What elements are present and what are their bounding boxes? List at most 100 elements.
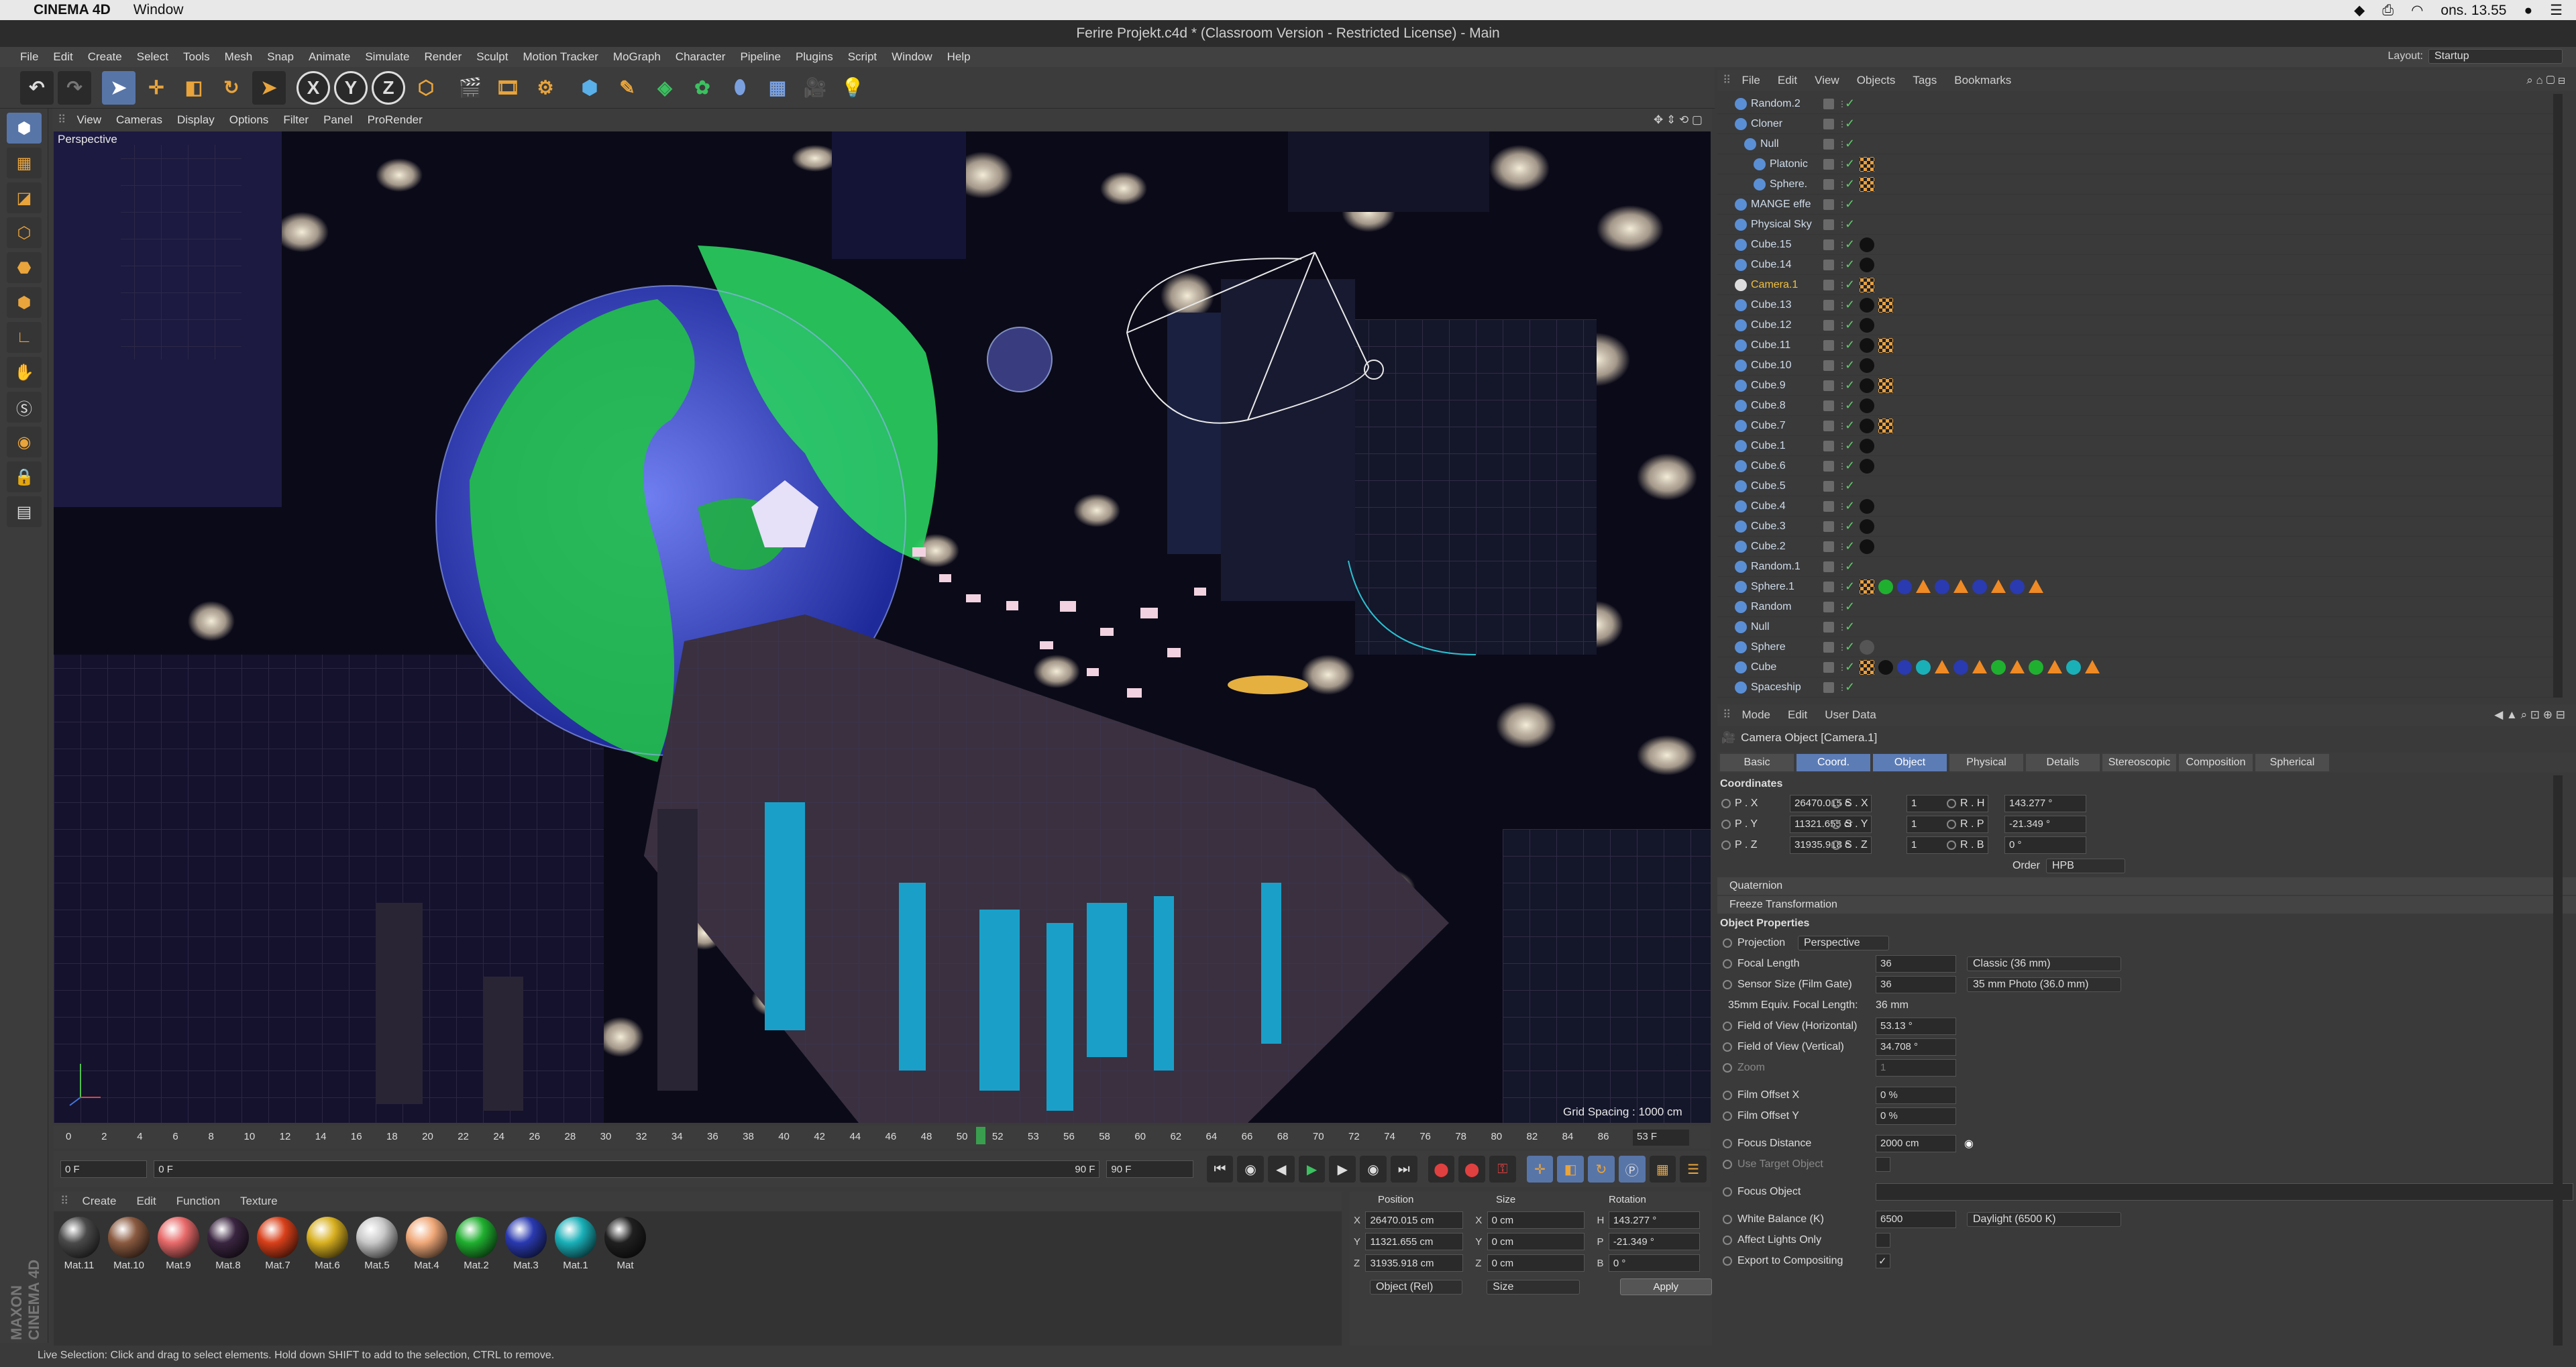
floor-button[interactable]: ▦ [761, 71, 794, 105]
menu-character[interactable]: Character [668, 50, 733, 64]
material-swatch[interactable]: Mat.5 [353, 1214, 401, 1271]
layer-checkbox[interactable] [1823, 460, 1834, 472]
material-swatch[interactable]: Mat.4 [402, 1214, 451, 1271]
enabled-check-icon[interactable]: ✓ [1845, 580, 1855, 594]
enabled-check-icon[interactable]: ✓ [1845, 137, 1855, 151]
material-menu-edit[interactable]: Edit [136, 1195, 156, 1208]
enabled-check-icon[interactable]: ✓ [1845, 258, 1855, 272]
layer-checkbox[interactable] [1823, 561, 1834, 572]
enabled-check-icon[interactable]: ✓ [1845, 519, 1855, 533]
tweak-mode-icon[interactable]: ✋ [7, 357, 42, 388]
object-name[interactable]: Sphere [1751, 641, 1786, 653]
object-row[interactable]: Spaceship ⋮ ✓ [1717, 677, 2563, 698]
start-frame-field[interactable]: 0 F [60, 1160, 148, 1178]
object-row[interactable]: Cube.3 ⋮ ✓ [1717, 516, 2563, 537]
animate-radio[interactable] [1947, 840, 1956, 850]
enabled-check-icon[interactable]: ✓ [1845, 459, 1855, 473]
render-settings-button[interactable]: ⚙ [529, 71, 562, 105]
viewport-menu-prorender[interactable]: ProRender [368, 113, 423, 127]
printer-icon[interactable]: ⎙ [2382, 3, 2394, 19]
material-swatch[interactable]: Mat.6 [303, 1214, 352, 1271]
tab-physical[interactable]: Physical [1949, 754, 2023, 771]
objects-menu-bookmarks[interactable]: Bookmarks [1954, 74, 2011, 87]
object-name[interactable]: Cube.14 [1751, 259, 1792, 271]
texture-mode-icon[interactable]: ◪ [7, 182, 42, 213]
menu-pipeline[interactable]: Pipeline [733, 50, 788, 64]
object-name[interactable]: Random [1751, 601, 1791, 613]
property-value[interactable] [1876, 1156, 1890, 1172]
object-row[interactable]: Cube.7 ⋮ ✓ [1717, 416, 2563, 436]
apply-button[interactable]: Apply [1619, 1278, 1712, 1295]
deformer-button[interactable]: ⬮ [723, 71, 757, 105]
object-row[interactable]: Camera.1 ⋮ ✓ [1717, 275, 2563, 295]
triangle-tag-icon[interactable] [2010, 659, 2025, 673]
object-row[interactable]: Random ⋮ ✓ [1717, 597, 2563, 617]
animate-radio[interactable] [1723, 1256, 1732, 1266]
attr-coord-field[interactable]: 0 ° [2004, 836, 2086, 854]
object-row[interactable]: Sphere. ⋮ ✓ [1717, 174, 2563, 195]
material-tag-icon[interactable] [1860, 418, 1874, 433]
material-tag-icon[interactable] [1878, 579, 1893, 594]
object-row[interactable]: Cube.1 ⋮ ✓ [1717, 436, 2563, 456]
property-value[interactable]: 36 [1876, 954, 1956, 973]
menu-script[interactable]: Script [841, 50, 884, 64]
menu-file[interactable]: File [0, 50, 46, 64]
redo-button[interactable]: ↷ [58, 70, 91, 105]
material-tag-icon[interactable] [1953, 659, 1968, 675]
animate-radio[interactable] [1723, 1187, 1732, 1197]
object-name[interactable]: Cube.7 [1751, 420, 1786, 432]
object-row[interactable]: Cube.11 ⋮ ✓ [1717, 335, 2563, 356]
freeze-transformation-group[interactable]: Freeze Transformation [1717, 896, 2576, 914]
material-tag-icon[interactable] [1897, 659, 1912, 675]
object-name[interactable]: Spaceship [1751, 681, 1801, 694]
triangle-tag-icon[interactable] [2085, 659, 2100, 673]
attr-menu-mode[interactable]: Mode [1741, 708, 1770, 722]
object-name[interactable]: Cube.6 [1751, 460, 1786, 472]
object-row[interactable]: Cube ⋮ ✓ [1717, 657, 2563, 677]
pick-distance-icon[interactable]: ◉ [1964, 1137, 1974, 1150]
object-row[interactable]: Cube.15 ⋮ ✓ [1717, 235, 2563, 255]
tab-coord[interactable]: Coord. [1796, 754, 1870, 771]
animate-radio[interactable] [1721, 798, 1731, 808]
checker-tag-icon[interactable] [1860, 156, 1874, 172]
object-name[interactable]: Random.1 [1751, 561, 1801, 573]
object-row[interactable]: Cloner ⋮ ✓ [1717, 114, 2563, 134]
layer-checkbox[interactable] [1823, 621, 1834, 633]
material-tag-icon[interactable] [1860, 398, 1874, 413]
layer-checkbox[interactable] [1823, 98, 1834, 109]
x-axis-lock-button[interactable]: X [297, 70, 330, 105]
material-tag-icon[interactable] [1860, 297, 1874, 313]
coord-p-rotation[interactable]: -21.349 ° [1608, 1233, 1700, 1250]
render-picture-viewer-button[interactable]: 🎞 [491, 71, 525, 105]
material-tag-icon[interactable] [1860, 518, 1874, 534]
viewport-menu-view[interactable]: View [76, 113, 101, 127]
timeline-ruler[interactable]: 0 2 4 6 8 10 12 14 16 18 20 22 24 26 28 30 32 34 36 38 40 42 4… [54, 1126, 1711, 1148]
material-tag-icon[interactable] [1972, 579, 1987, 594]
move-tool-button[interactable]: ✛ [140, 71, 173, 105]
object-name[interactable]: Cube.13 [1751, 299, 1792, 311]
animate-radio[interactable] [1721, 819, 1731, 829]
layer-checkbox[interactable] [1823, 380, 1834, 391]
cube-primitive-button[interactable]: ⬢ [573, 71, 606, 105]
projection-dropdown[interactable]: Perspective [1798, 935, 1889, 950]
coord-x-size[interactable]: 0 cm [1487, 1211, 1585, 1229]
animate-radio[interactable] [1723, 1042, 1732, 1052]
material-tag-icon[interactable] [1935, 579, 1949, 594]
camera-button[interactable]: 🎥 [798, 71, 832, 105]
object-name[interactable]: Cube.10 [1751, 360, 1792, 372]
coord-mode-dropdown[interactable]: Object (Rel) [1370, 1279, 1463, 1295]
enabled-check-icon[interactable]: ✓ [1845, 640, 1855, 654]
enabled-check-icon[interactable]: ✓ [1845, 358, 1855, 372]
material-swatch[interactable]: Mat.2 [452, 1214, 500, 1271]
attr-menu-edit[interactable]: Edit [1788, 708, 1807, 722]
app-name[interactable]: CINEMA 4D [34, 2, 111, 18]
checker-tag-icon[interactable] [1860, 277, 1874, 292]
keyframe-selection-icon[interactable]: ⚿ [1489, 1156, 1516, 1183]
layer-checkbox[interactable] [1823, 319, 1834, 331]
enabled-check-icon[interactable]: ✓ [1845, 298, 1855, 312]
preview-range-slider[interactable]: 0 F 90 F [154, 1160, 1100, 1178]
object-row[interactable]: Platonic ⋮ ✓ [1717, 154, 2563, 174]
object-name[interactable]: Cube.2 [1751, 541, 1786, 553]
material-swatch[interactable]: Mat.9 [154, 1214, 203, 1271]
objects-menu-file[interactable]: File [1741, 74, 1760, 87]
